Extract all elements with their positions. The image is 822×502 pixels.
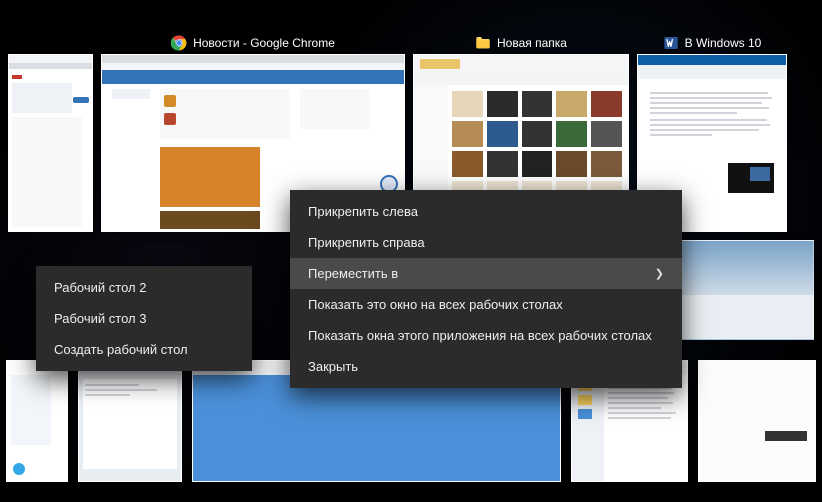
word-icon [663, 35, 679, 51]
menu-item-show-app-all-desktops[interactable]: Показать окна этого приложения на всех р… [290, 320, 682, 351]
window-thumbnail[interactable] [6, 360, 68, 482]
window-title-bar: В Windows 10 [657, 32, 768, 54]
desktop-preview[interactable] [664, 240, 814, 340]
submenu-item-new-desktop[interactable]: Создать рабочий стол [36, 334, 252, 365]
task-view: Новости - Google Chrome [0, 0, 822, 502]
chevron-right-icon: ❯ [655, 267, 664, 280]
window-title: Новая папка [497, 36, 567, 50]
window-thumbnail[interactable] [78, 360, 182, 482]
menu-item-label: Переместить в [308, 266, 398, 281]
menu-item-label: Прикрепить справа [308, 235, 425, 250]
window-title-bar: Новости - Google Chrome [165, 32, 341, 54]
menu-item-move-to[interactable]: Переместить в ❯ [290, 258, 682, 289]
menu-item-label: Рабочий стол 2 [54, 280, 146, 295]
window-title: В Windows 10 [685, 36, 762, 50]
menu-item-label: Показать окна этого приложения на всех р… [308, 328, 652, 343]
chrome-icon [171, 35, 187, 51]
menu-item-label: Рабочий стол 3 [54, 311, 146, 326]
window-title-bar: Новая папка [469, 32, 573, 54]
window-thumbnail[interactable] [698, 360, 816, 482]
window-thumbnail[interactable] [8, 54, 93, 232]
menu-item-label: Прикрепить слева [308, 204, 418, 219]
menu-item-show-window-all-desktops[interactable]: Показать это окно на всех рабочих столах [290, 289, 682, 320]
menu-item-pin-left[interactable]: Прикрепить слева [290, 196, 682, 227]
window-title: Новости - Google Chrome [193, 36, 335, 50]
menu-item-pin-right[interactable]: Прикрепить справа [290, 227, 682, 258]
folder-icon [475, 35, 491, 51]
window-context-menu: Прикрепить слева Прикрепить справа Перем… [290, 190, 682, 388]
move-to-submenu: Рабочий стол 2 Рабочий стол 3 Создать ра… [36, 266, 252, 371]
menu-item-label: Показать это окно на всех рабочих столах [308, 297, 563, 312]
menu-item-close[interactable]: Закрыть [290, 351, 682, 382]
menu-item-label: Закрыть [308, 359, 358, 374]
menu-item-label: Создать рабочий стол [54, 342, 188, 357]
submenu-item-desktop-2[interactable]: Рабочий стол 2 [36, 272, 252, 303]
submenu-item-desktop-3[interactable]: Рабочий стол 3 [36, 303, 252, 334]
